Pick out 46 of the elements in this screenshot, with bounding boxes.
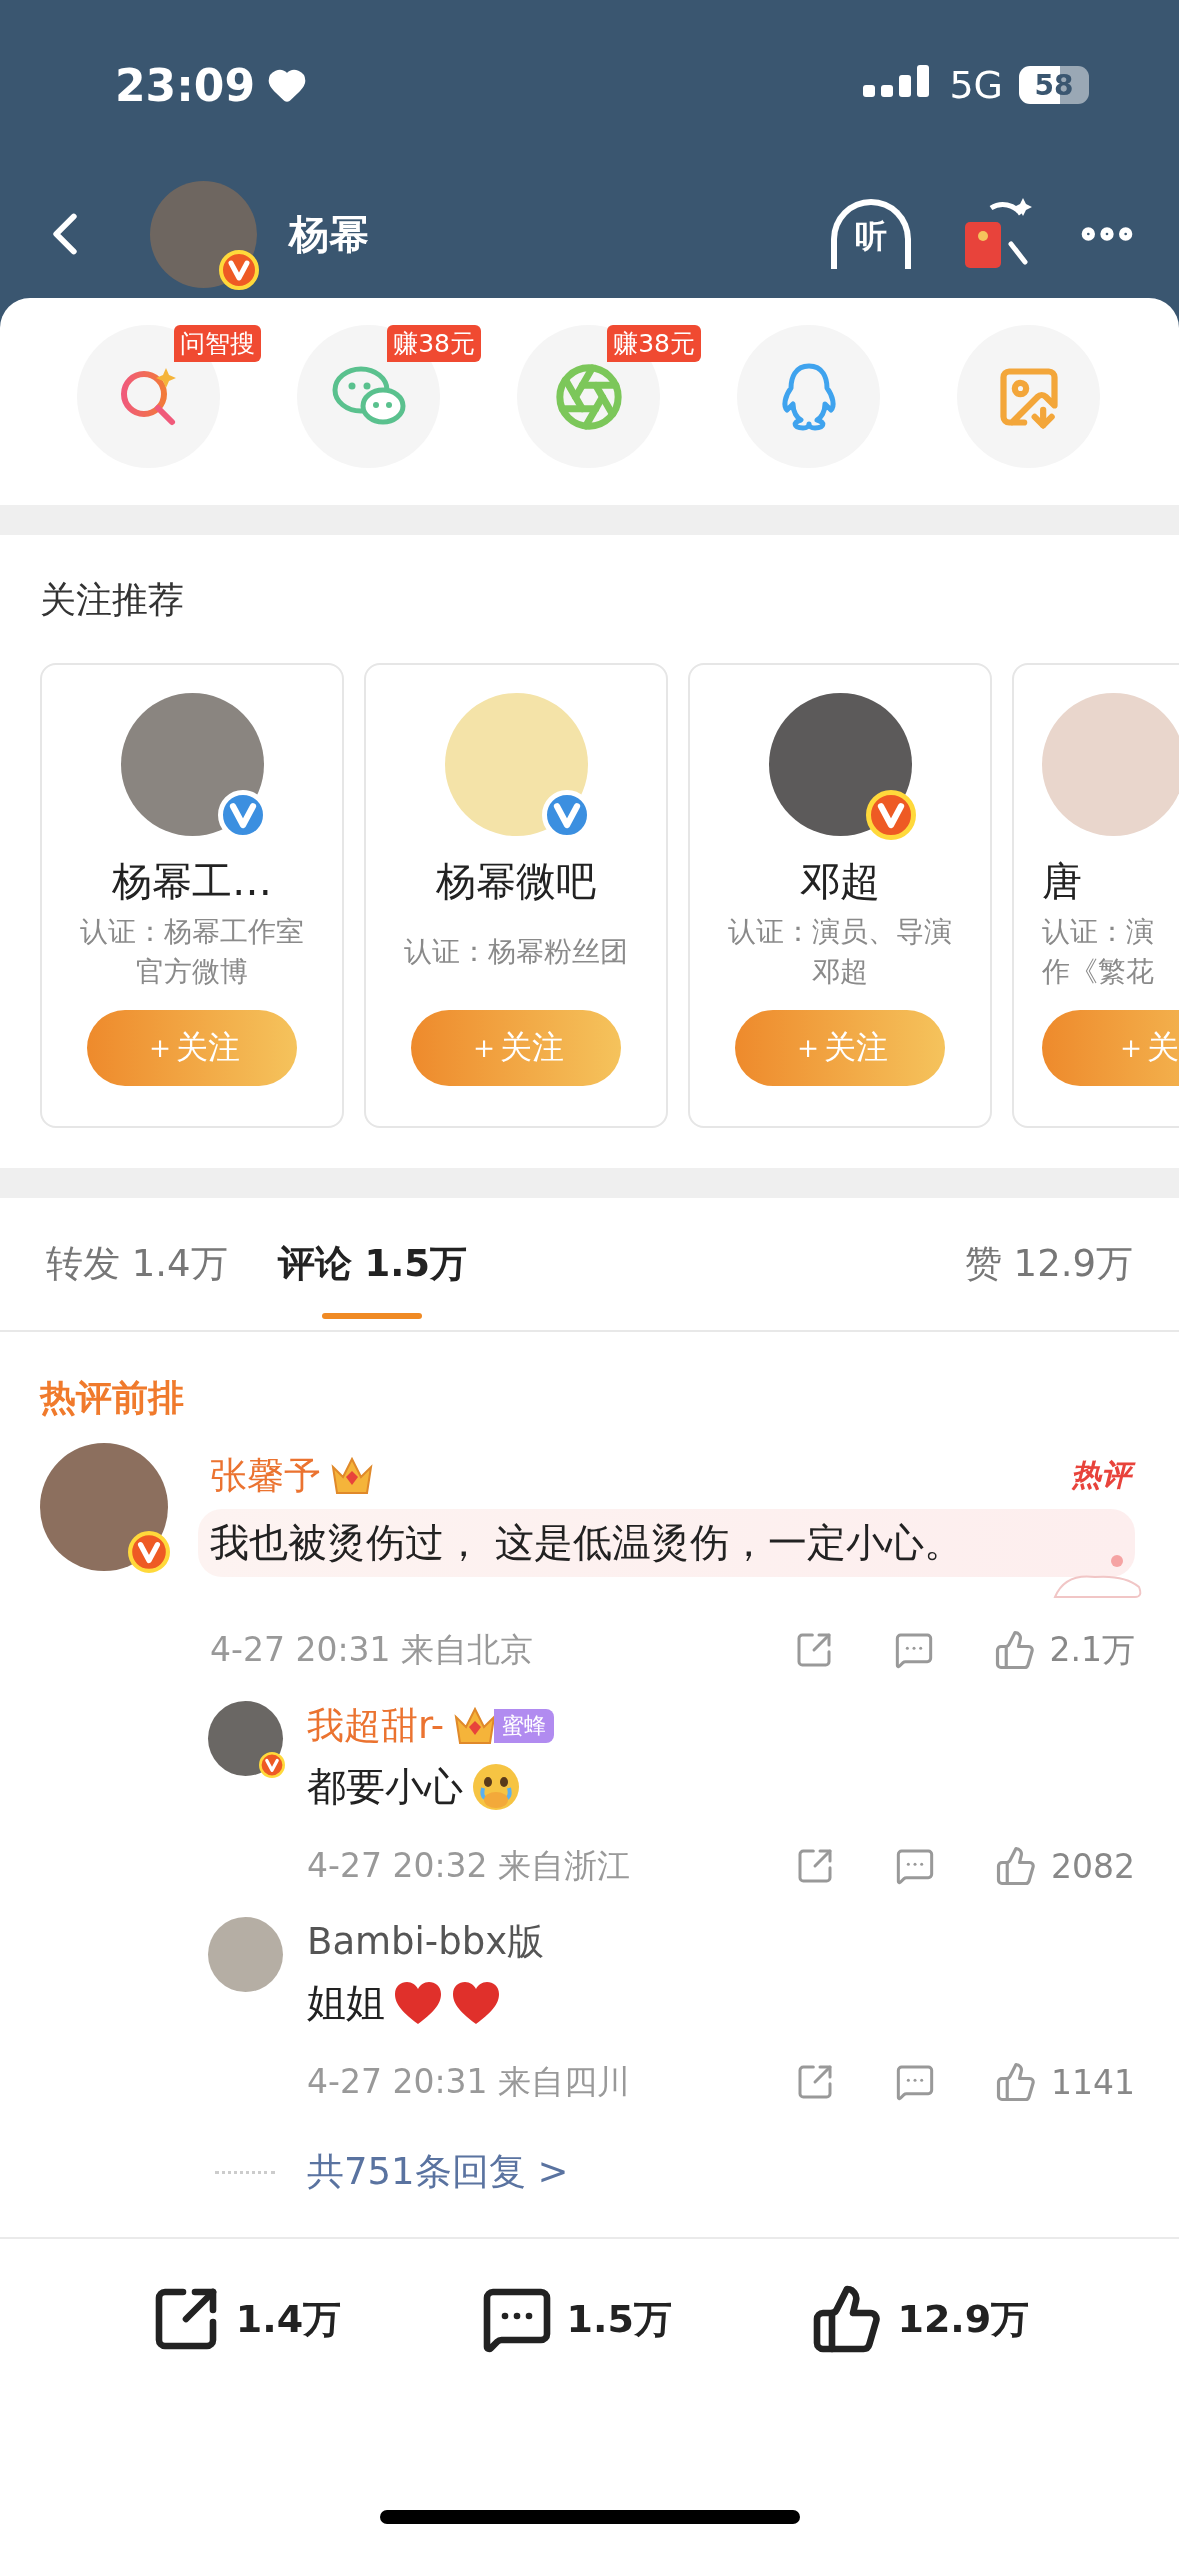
comment-time-location: 4-27 20:31 来自四川: [307, 2060, 630, 2103]
commenter-name: Bambi-bbx版: [307, 1919, 545, 1965]
like-count: 1141: [1051, 2062, 1135, 2102]
network-type: 5G: [949, 63, 1003, 107]
battery-level: 58: [1019, 66, 1089, 104]
more-replies-link[interactable]: 共751条回复 >: [307, 2147, 569, 2197]
reply-text: 姐姐: [307, 1979, 385, 2027]
fan-tag: 蜜蜂: [494, 1709, 555, 1743]
verification-text: 认证：演员、导演邓超: [727, 914, 953, 990]
comment-text: 我也被烫伤过， 这是低温烫伤，一定小心。: [210, 1519, 964, 1567]
aperture-icon: [553, 361, 624, 432]
status-time: 23:09: [115, 59, 256, 111]
section-title: 热评前排: [38, 1376, 185, 1419]
account-name: 邓超: [800, 857, 880, 906]
commenter-name: 我超甜r-: [307, 1703, 445, 1749]
like-count: 2.1万: [1049, 1628, 1135, 1671]
like-icon[interactable]: [993, 1629, 1036, 1671]
comment-button[interactable]: 1.5万: [474, 2282, 678, 2356]
tab[interactable]: 评论 1.5万: [277, 1239, 468, 1289]
tab[interactable]: 转发 1.4万: [46, 1239, 228, 1289]
repost-button[interactable]: 1.4万: [143, 2282, 348, 2356]
account-name: 唐: [1042, 857, 1082, 906]
like-icon[interactable]: [995, 1845, 1037, 1887]
like-icon[interactable]: [995, 2061, 1037, 2103]
profile-name: 杨幂: [289, 209, 369, 259]
promo-badge: 赚38元: [607, 325, 701, 362]
like-button[interactable]: 12.9万: [805, 2282, 1036, 2356]
listen-button[interactable]: 听: [831, 199, 911, 269]
verification-text: 认证：杨幂工作室官方微博: [79, 914, 305, 990]
account-name: 杨幂微吧: [436, 857, 596, 906]
account-name: 杨幂工…: [112, 857, 272, 906]
reply-text: 都要小心: [307, 1763, 463, 1811]
comment-time-location: 4-27 20:31 来自北京: [210, 1628, 533, 1671]
like-count: 2082: [1051, 1846, 1135, 1886]
commenter-name: 张馨予: [210, 1453, 321, 1499]
comment-time-location: 4-27 20:32 来自浙江: [307, 1844, 630, 1887]
section-title: 关注推荐: [39, 580, 185, 620]
promo-badge: 问智搜: [174, 325, 261, 362]
verification-text: 认证：演作《繁花: [1042, 914, 1155, 990]
crying-face-icon: [471, 1762, 521, 1812]
heart-icon: [451, 1980, 501, 2026]
verification-text: 认证：杨幂粉丝团: [403, 934, 629, 970]
heart-icon: [393, 1980, 443, 2026]
tab[interactable]: 赞 12.9万: [964, 1239, 1133, 1289]
hot-comment-tag: 热评: [1063, 1453, 1139, 1497]
promo-badge: 赚38元: [387, 325, 481, 362]
